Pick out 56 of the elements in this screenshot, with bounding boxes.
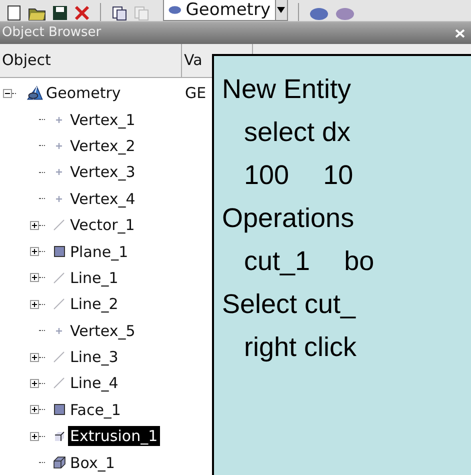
tree-item[interactable]: Vertex_5: [68, 320, 138, 341]
note-text: right click: [244, 334, 357, 361]
plus-icon: [54, 167, 64, 178]
expander-icon[interactable]: [3, 88, 12, 98]
expander-icon[interactable]: [30, 352, 39, 362]
tree-item[interactable]: Box_1: [68, 452, 117, 473]
tree-item[interactable]: Line_4: [68, 373, 120, 394]
expander-icon[interactable]: [30, 273, 39, 282]
plus-icon: [54, 114, 64, 125]
tree-item[interactable]: Vertex_2: [68, 136, 138, 156]
plus-icon: [54, 326, 64, 336]
cube-icon: [54, 430, 64, 442]
line-icon: [53, 377, 65, 390]
tree-item[interactable]: Line_2: [68, 294, 120, 314]
tree-item[interactable]: Plane_1: [68, 242, 130, 262]
tree-item[interactable]: Geometry: [44, 83, 123, 104]
tree-item[interactable]: Extrusion_1: [68, 426, 160, 446]
square-icon: [54, 404, 64, 416]
line-icon: [53, 219, 65, 232]
line-icon: [53, 272, 65, 284]
note-text: Operations: [222, 205, 354, 232]
plus-icon: [54, 194, 64, 204]
tree-item[interactable]: Line_1: [68, 268, 120, 288]
panel-title: Object Browser: [2, 24, 102, 42]
copy-icon[interactable]: [111, 5, 127, 21]
expander-icon[interactable]: [30, 405, 39, 414]
tree-item[interactable]: Vertex_3: [68, 162, 138, 182]
expander-icon[interactable]: [30, 300, 39, 309]
tree-item[interactable]: Face_1: [68, 400, 123, 420]
expander-icon[interactable]: [30, 220, 39, 230]
note-text: Select cut_: [222, 291, 356, 318]
line-icon: [53, 298, 65, 310]
note-text: 10: [323, 162, 354, 189]
plus-icon: [54, 140, 64, 151]
save-icon[interactable]: [52, 5, 68, 21]
note-text: bo: [344, 248, 374, 275]
note-text: select dx: [244, 119, 351, 146]
expander-icon[interactable]: [30, 378, 39, 388]
tree-item[interactable]: Line_3: [68, 347, 120, 368]
tree-item[interactable]: Vertex_1: [68, 110, 138, 130]
close-icon[interactable]: [74, 5, 90, 21]
tree-item[interactable]: Vertex_4: [68, 188, 138, 209]
square-icon: [54, 246, 64, 258]
line-icon: [53, 351, 65, 364]
cube-icon: [52, 456, 66, 470]
expander-icon[interactable]: [30, 247, 39, 256]
value-cell-text: GE: [184, 82, 206, 104]
tree-item[interactable]: Vector_1: [68, 215, 137, 236]
note-text: New Entity: [222, 76, 352, 103]
caret-icon: [277, 7, 286, 13]
column-header[interactable]: Object: [0, 44, 182, 77]
note-text: 100: [244, 162, 290, 189]
module-combo[interactable]: Geometry: [163, 0, 288, 21]
expander-icon[interactable]: [30, 432, 39, 441]
note-text: cut_1: [244, 248, 310, 275]
new-document-icon[interactable]: [6, 5, 22, 21]
